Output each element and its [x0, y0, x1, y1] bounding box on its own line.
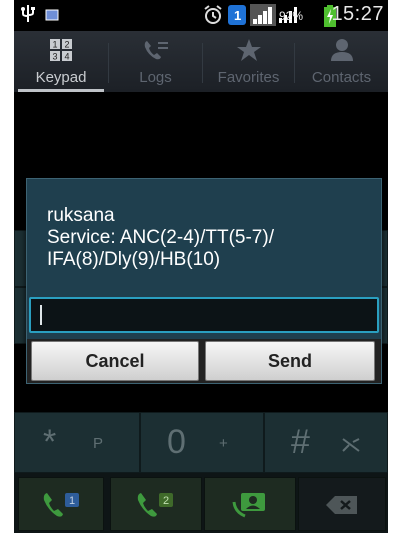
reply-input[interactable]	[29, 297, 379, 333]
phone-sim1-icon: 1	[41, 490, 85, 525]
alarm-clock-icon	[202, 4, 224, 31]
tab-contacts-label: Contacts	[311, 69, 372, 86]
ussd-reply-dialog: ruksana Service: ANC(2-4)/TT(5-7)/ IFA(8…	[26, 178, 382, 384]
tab-favorites-label: Favorites	[217, 69, 280, 86]
tab-logs[interactable]: Logs	[109, 31, 202, 92]
message-line-2: Service: ANC(2-4)/TT(5-7)/	[47, 227, 274, 248]
backspace-icon	[325, 494, 359, 521]
notification-square-icon	[45, 8, 59, 26]
backspace-button[interactable]	[298, 477, 386, 531]
tab-keypad[interactable]: 1 2 3 4 Keypad	[14, 31, 108, 92]
key-hash[interactable]: #	[264, 412, 388, 473]
tab-favorites[interactable]: Favorites	[203, 31, 294, 92]
call-button-row: 1 2	[14, 473, 388, 533]
call-sim2-button[interactable]: 2	[110, 477, 202, 531]
tab-keypad-label: Keypad	[35, 69, 87, 86]
svg-text:3: 3	[53, 52, 58, 62]
keypad-icon: 1 2 3 4	[14, 38, 108, 62]
clock-time: 15:27	[331, 3, 384, 25]
dialog-message: ruksana Service: ANC(2-4)/TT(5-7)/ IFA(8…	[47, 205, 367, 271]
tab-contacts[interactable]: Contacts	[295, 31, 388, 92]
message-line-3: IFA(8)/Dly(9)/HB(10)	[47, 249, 221, 270]
phone-screen: 1 92% 15:27 1 2 3 4 Keypad Logs Favorite…	[14, 0, 388, 533]
usb-icon	[20, 4, 36, 29]
key-0[interactable]: 0 +	[140, 412, 264, 473]
silent-mode-icon	[341, 437, 361, 458]
call-sim1-button[interactable]: 1	[18, 477, 104, 531]
contact-person-icon	[295, 38, 388, 62]
video-call-button[interactable]	[204, 477, 296, 531]
signal-strength-icon	[250, 4, 276, 31]
cancel-button[interactable]: Cancel	[31, 341, 199, 381]
svg-text:2: 2	[163, 495, 169, 507]
star-icon	[203, 38, 294, 62]
svg-text:2: 2	[65, 40, 70, 50]
status-bar: 1 92% 15:27	[14, 0, 388, 31]
tab-logs-label: Logs	[139, 69, 172, 86]
battery-percent: 92%	[278, 9, 303, 23]
key-star[interactable]: * P	[14, 412, 140, 473]
text-cursor	[40, 305, 42, 325]
phone-sim2-icon: 2	[135, 490, 179, 525]
svg-text:1: 1	[53, 40, 58, 50]
svg-text:1: 1	[234, 8, 241, 23]
dialer-tab-bar: 1 2 3 4 Keypad Logs Favorites Contacts	[14, 31, 388, 92]
svg-text:1: 1	[69, 495, 75, 507]
call-log-icon	[109, 38, 202, 62]
svg-text:4: 4	[65, 52, 70, 62]
send-button[interactable]: Send	[205, 341, 375, 381]
message-line-1: ruksana	[47, 205, 115, 226]
dialog-button-bar: Cancel Send	[27, 339, 381, 383]
video-call-icon	[231, 490, 271, 525]
sim-1-icon: 1	[228, 5, 246, 30]
